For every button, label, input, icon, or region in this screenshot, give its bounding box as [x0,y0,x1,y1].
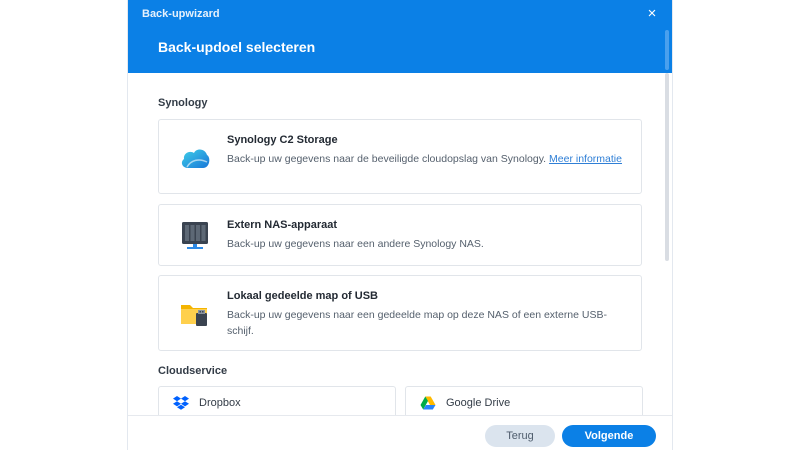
c2-cloud-icon [179,142,211,174]
cloud-option-dropbox[interactable]: Dropbox [158,386,396,415]
window-title: Back-upwizard [142,8,220,20]
cloud-option-label: Dropbox [199,397,241,409]
google-drive-icon [420,395,436,411]
dialog-footer: Terug Volgende [128,415,672,450]
page-title: Back-updoel selecteren [158,39,316,55]
section-title-synology: Synology [158,97,208,109]
option-card-local-folder-usb[interactable]: Lokaal gedeelde map of USB Back-up uw ge… [158,275,642,351]
back-button[interactable]: Terug [485,425,555,447]
close-button[interactable]: × [644,6,660,22]
cloud-option-google-drive[interactable]: Google Drive [405,386,643,415]
content-area: Synology Synology C2 Storage Back-up uw … [128,73,672,415]
more-info-link[interactable]: Meer informatie [549,153,622,165]
card-title: Synology C2 Storage [227,134,338,146]
scrollbar-thumb[interactable] [665,30,669,70]
close-icon: × [647,5,657,22]
dialog-header: Back-upwizard × Back-updoel selecteren [128,0,672,73]
backup-wizard-dialog: Back-upwizard × Back-updoel selecteren S… [128,0,672,450]
scrollbar[interactable] [665,73,669,261]
folder-usb-icon [179,298,211,330]
card-description: Back-up uw gegevens naar de beveiligde c… [227,151,627,167]
card-description-text: Back-up uw gegevens naar de beveiligde c… [227,153,547,165]
option-card-remote-nas[interactable]: Extern NAS-apparaat Back-up uw gegevens … [158,204,642,266]
card-description: Back-up uw gegevens naar een andere Syno… [227,238,484,250]
card-title: Lokaal gedeelde map of USB [227,290,378,302]
section-title-cloudservice: Cloudservice [158,365,228,377]
cloud-option-label: Google Drive [446,397,511,409]
dropbox-icon [173,395,189,411]
next-button[interactable]: Volgende [562,425,656,447]
nas-device-icon [179,219,211,251]
card-title: Extern NAS-apparaat [227,219,338,231]
card-description: Back-up uw gegevens naar een gedeelde ma… [227,309,607,337]
option-card-c2-storage[interactable]: Synology C2 Storage Back-up uw gegevens … [158,119,642,194]
